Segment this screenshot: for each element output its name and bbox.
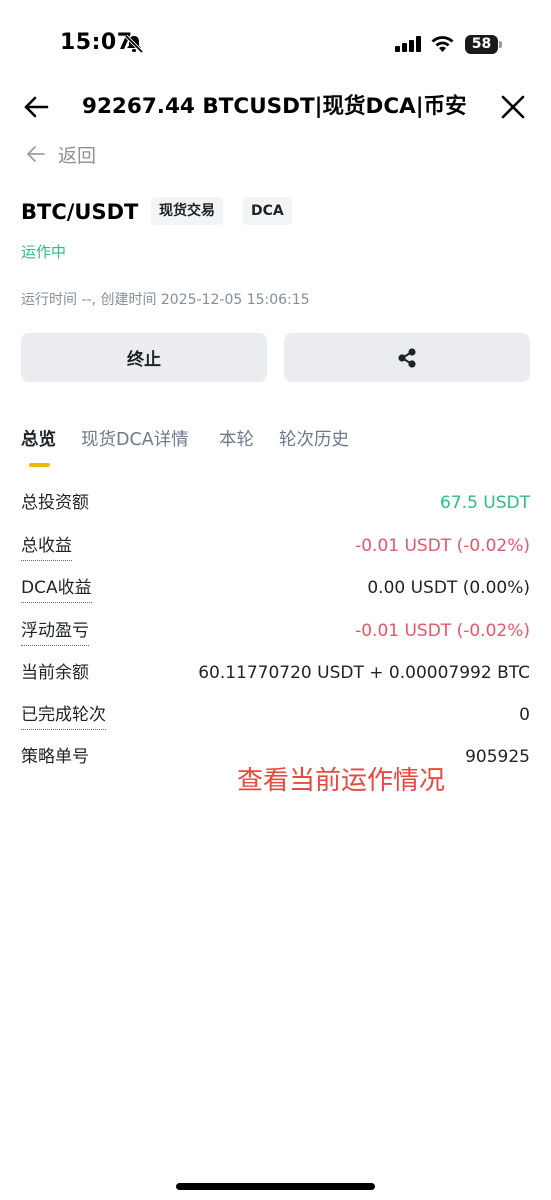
- run-info: 运行时间 --, 创建时间 2025-12-05 15:06:15: [21, 292, 310, 308]
- tab-round-history[interactable]: 轮次历史: [279, 425, 349, 455]
- close-icon[interactable]: [498, 92, 528, 122]
- row-floating-pnl: 浮动盈亏 -0.01 USDT (-0.02%): [21, 617, 530, 647]
- row-total-investment: 总投资额 67.5 USDT: [21, 489, 530, 519]
- share-button[interactable]: [284, 333, 530, 382]
- info-label[interactable]: 已完成轮次: [21, 701, 106, 730]
- bell-muted-icon: [124, 34, 144, 54]
- page-title: 92267.44 BTCUSDT|现货DCA|币安: [82, 94, 467, 119]
- info-value: 905925: [465, 747, 530, 767]
- wifi-icon: [431, 36, 454, 52]
- home-indicator[interactable]: [176, 1183, 375, 1190]
- info-value: 0.00 USDT (0.00%): [367, 578, 530, 598]
- tab-active-indicator: [29, 463, 50, 467]
- annotation-text: 查看当前运作情况: [237, 766, 446, 796]
- tag-spot-trading: 现货交易: [151, 197, 223, 225]
- info-label: 当前余额: [21, 663, 89, 683]
- sub-back-link[interactable]: 返回: [26, 140, 96, 168]
- info-value: -0.01 USDT (-0.02%): [355, 621, 530, 641]
- signal-icon: [395, 36, 421, 52]
- info-label: 总投资额: [21, 493, 89, 513]
- row-current-balance: 当前余额 60.11770720 USDT + 0.00007992 BTC: [21, 659, 530, 689]
- row-total-profit: 总收益 -0.01 USDT (-0.02%): [21, 532, 530, 562]
- info-label: 策略单号: [21, 747, 89, 767]
- info-label[interactable]: 总收益: [21, 532, 72, 561]
- battery-icon: 58: [465, 35, 498, 54]
- status-badge: 运作中: [21, 243, 67, 261]
- status-bar: 15:07 58: [0, 0, 551, 88]
- info-value: 0: [519, 705, 530, 725]
- back-arrow-icon[interactable]: [22, 92, 50, 122]
- tab-overview[interactable]: 总览: [21, 425, 56, 455]
- tab-dca-details[interactable]: 现货DCA详情: [81, 425, 189, 455]
- row-dca-profit: DCA收益 0.00 USDT (0.00%): [21, 574, 530, 604]
- tab-current-round[interactable]: 本轮: [219, 425, 254, 455]
- arrow-left-icon: [27, 146, 45, 162]
- info-value: -0.01 USDT (-0.02%): [355, 536, 530, 556]
- sub-back-label: 返回: [58, 144, 97, 167]
- pair-title: BTC/USDT: [21, 200, 139, 224]
- battery-tip: [499, 41, 502, 48]
- row-completed-rounds: 已完成轮次 0: [21, 701, 530, 731]
- tag-dca: DCA: [243, 197, 292, 225]
- info-label[interactable]: 浮动盈亏: [21, 617, 89, 646]
- stop-button[interactable]: 终止: [21, 333, 267, 382]
- info-value: 67.5 USDT: [440, 493, 530, 513]
- status-time: 15:07: [60, 30, 133, 55]
- share-icon: [398, 347, 416, 368]
- info-value: 60.11770720 USDT + 0.00007992 BTC: [198, 663, 530, 683]
- info-label[interactable]: DCA收益: [21, 574, 92, 603]
